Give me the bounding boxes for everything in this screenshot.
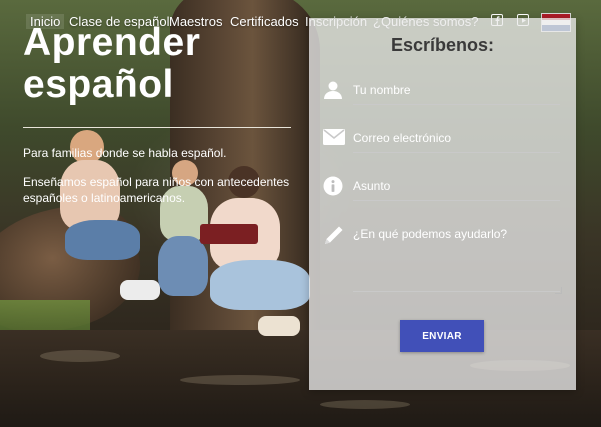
form-title: Escríbenos: <box>390 35 495 55</box>
email-field[interactable]: Correo electrónico <box>309 128 576 168</box>
envelope-icon <box>323 128 345 150</box>
hero-title-line1: Aprender <box>23 21 201 64</box>
name-field-underline <box>353 104 560 105</box>
name-field-placeholder: Tu nombre <box>353 83 411 97</box>
subject-field[interactable]: Asunto <box>309 176 576 216</box>
hero-description: Enseñamos español para niños con anteced… <box>23 175 290 205</box>
hero-title-line2: español <box>23 63 174 106</box>
send-button[interactable]: ENVIAR <box>400 320 484 352</box>
name-field[interactable]: Tu nombre <box>309 80 576 120</box>
contact-form: Escríbenos: Tu nombre Correo electrónico <box>309 18 576 390</box>
subject-field-placeholder: Asunto <box>353 179 391 193</box>
message-textarea-underline <box>353 291 560 292</box>
textarea-resize-handle[interactable] <box>555 287 562 294</box>
info-icon <box>323 176 345 198</box>
hero-divider <box>23 127 291 128</box>
hero-subtitle: Para familias donde se habla español. <box>23 146 227 160</box>
pencil-icon <box>323 224 345 246</box>
message-textarea-placeholder: ¿En qué podemos ayudarlo? <box>353 227 508 241</box>
hero-title: Aprender español <box>23 22 283 106</box>
email-field-underline <box>353 152 560 153</box>
email-field-placeholder: Correo electrónico <box>353 131 452 145</box>
message-textarea[interactable]: ¿En qué podemos ayudarlo? <box>309 224 576 294</box>
subject-field-underline <box>353 200 560 201</box>
user-icon <box>323 80 345 102</box>
